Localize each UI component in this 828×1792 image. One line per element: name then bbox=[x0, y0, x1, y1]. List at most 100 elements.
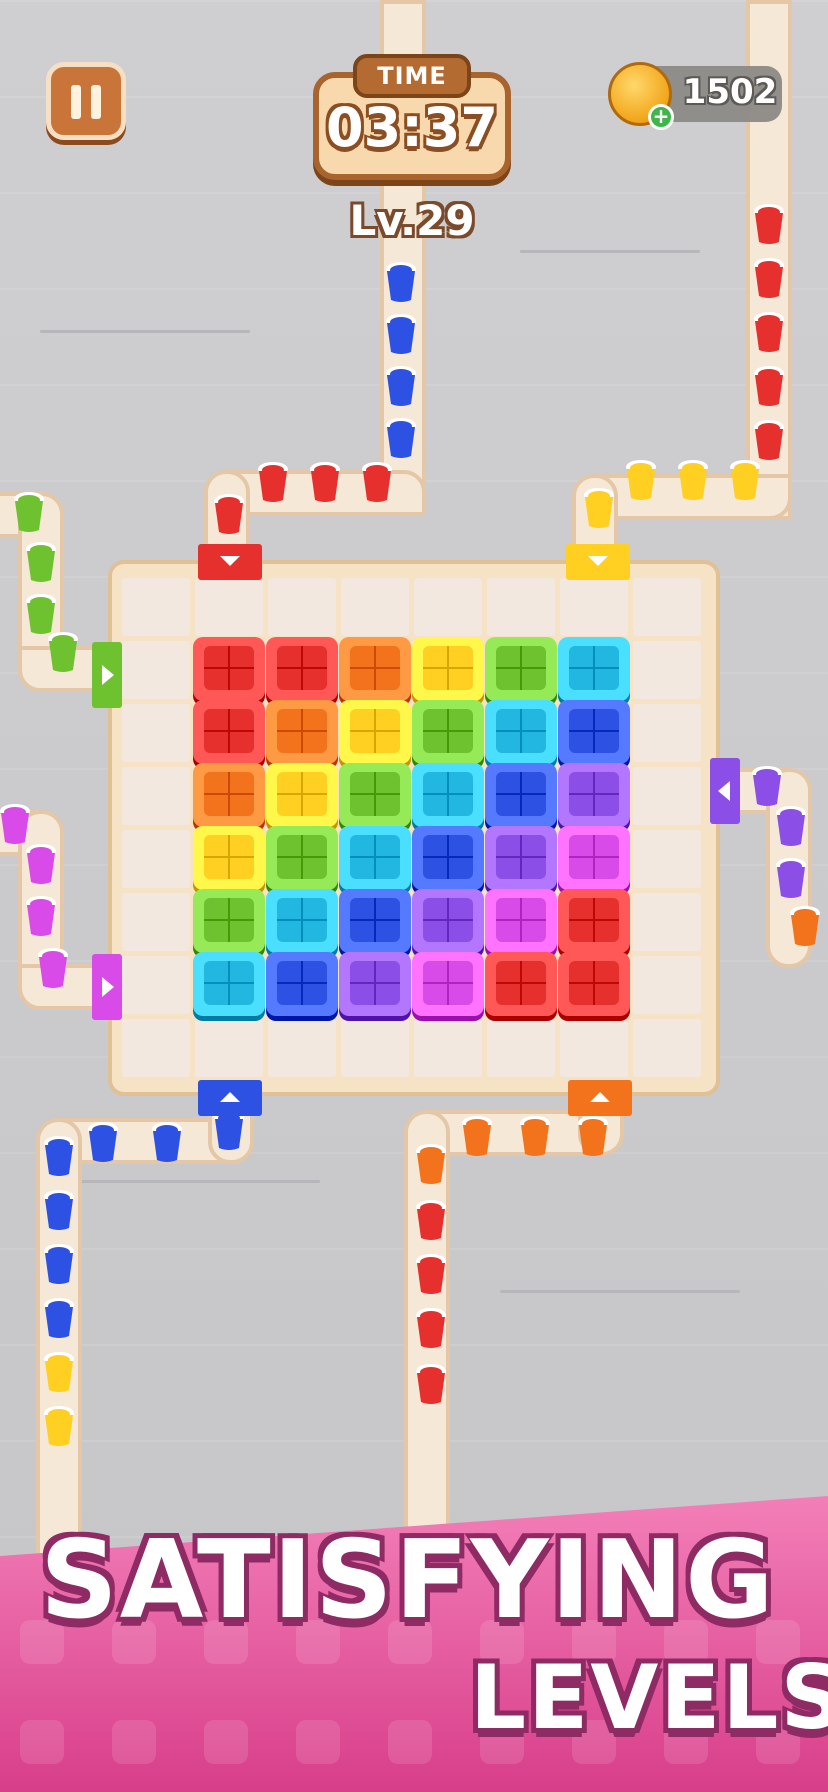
cup-purple[interactable] bbox=[776, 858, 806, 898]
board-cell bbox=[122, 578, 190, 636]
block-purple[interactable] bbox=[485, 826, 557, 890]
plus-icon: + bbox=[652, 104, 670, 128]
cup-purple[interactable] bbox=[776, 806, 806, 846]
block-orange[interactable] bbox=[339, 637, 411, 701]
cup-red[interactable] bbox=[754, 420, 784, 460]
block-cyan[interactable] bbox=[193, 952, 265, 1016]
block-purple[interactable] bbox=[339, 952, 411, 1016]
board-cell bbox=[122, 1019, 190, 1077]
block-orange[interactable] bbox=[266, 700, 338, 764]
cup-magenta[interactable] bbox=[0, 804, 30, 844]
cup-magenta[interactable] bbox=[38, 948, 68, 988]
board-cell bbox=[560, 578, 628, 636]
block-purple[interactable] bbox=[412, 889, 484, 953]
cup-blue[interactable] bbox=[386, 418, 416, 458]
block-blue[interactable] bbox=[339, 889, 411, 953]
cup-blue[interactable] bbox=[386, 314, 416, 354]
cup-blue[interactable] bbox=[44, 1244, 74, 1284]
cup-orange[interactable] bbox=[462, 1116, 492, 1156]
cup-magenta[interactable] bbox=[26, 896, 56, 936]
board-cell bbox=[341, 1019, 409, 1077]
cup-blue[interactable] bbox=[88, 1122, 118, 1162]
cup-red[interactable] bbox=[416, 1308, 446, 1348]
add-coins-button[interactable]: + bbox=[648, 104, 674, 130]
block-green[interactable] bbox=[485, 637, 557, 701]
gate-magenta-left bbox=[92, 954, 122, 1020]
block-green[interactable] bbox=[339, 763, 411, 827]
block-orange[interactable] bbox=[193, 763, 265, 827]
cup-green[interactable] bbox=[14, 492, 44, 532]
block-cyan[interactable] bbox=[339, 826, 411, 890]
board-cell bbox=[487, 578, 555, 636]
cup-yellow[interactable] bbox=[626, 460, 656, 500]
block-magenta[interactable] bbox=[412, 952, 484, 1016]
cup-red[interactable] bbox=[214, 494, 244, 534]
block-yellow[interactable] bbox=[339, 700, 411, 764]
cup-red[interactable] bbox=[258, 462, 288, 502]
cup-red[interactable] bbox=[416, 1254, 446, 1294]
block-blue[interactable] bbox=[558, 700, 630, 764]
block-red[interactable] bbox=[193, 637, 265, 701]
pause-button[interactable] bbox=[46, 62, 126, 140]
cup-red[interactable] bbox=[754, 204, 784, 244]
board-cell bbox=[633, 767, 701, 825]
block-cyan[interactable] bbox=[558, 637, 630, 701]
block-cyan[interactable] bbox=[485, 700, 557, 764]
cup-orange[interactable] bbox=[416, 1144, 446, 1184]
block-red[interactable] bbox=[266, 637, 338, 701]
block-blue[interactable] bbox=[485, 763, 557, 827]
block-magenta[interactable] bbox=[558, 826, 630, 890]
block-blue[interactable] bbox=[266, 952, 338, 1016]
block-red[interactable] bbox=[485, 952, 557, 1016]
cup-green[interactable] bbox=[26, 542, 56, 582]
block-purple[interactable] bbox=[558, 763, 630, 827]
plank-seam bbox=[520, 250, 700, 253]
cup-yellow[interactable] bbox=[44, 1352, 74, 1392]
board-cell bbox=[122, 830, 190, 888]
cup-red[interactable] bbox=[754, 258, 784, 298]
cup-orange[interactable] bbox=[790, 906, 820, 946]
cup-blue[interactable] bbox=[44, 1136, 74, 1176]
block-green[interactable] bbox=[412, 700, 484, 764]
cup-magenta[interactable] bbox=[26, 844, 56, 884]
cup-orange[interactable] bbox=[578, 1116, 608, 1156]
block-yellow[interactable] bbox=[412, 637, 484, 701]
cup-blue[interactable] bbox=[386, 262, 416, 302]
cup-blue[interactable] bbox=[44, 1298, 74, 1338]
block-yellow[interactable] bbox=[266, 763, 338, 827]
block-red[interactable] bbox=[558, 952, 630, 1016]
block-red[interactable] bbox=[558, 889, 630, 953]
gate-yellow-top bbox=[566, 544, 630, 580]
cup-yellow[interactable] bbox=[44, 1406, 74, 1446]
banner-headline: SATISFYING bbox=[40, 1518, 776, 1643]
cup-blue[interactable] bbox=[152, 1122, 182, 1162]
cup-orange[interactable] bbox=[520, 1116, 550, 1156]
block-green[interactable] bbox=[193, 889, 265, 953]
cup-red[interactable] bbox=[754, 312, 784, 352]
cup-purple[interactable] bbox=[752, 766, 782, 806]
cup-yellow[interactable] bbox=[730, 460, 760, 500]
cup-yellow[interactable] bbox=[678, 460, 708, 500]
cup-yellow[interactable] bbox=[584, 488, 614, 528]
plank-seam bbox=[60, 1180, 320, 1183]
cup-blue[interactable] bbox=[44, 1190, 74, 1230]
block-cyan[interactable] bbox=[266, 889, 338, 953]
cup-red[interactable] bbox=[416, 1200, 446, 1240]
block-yellow[interactable] bbox=[193, 826, 265, 890]
block-red[interactable] bbox=[193, 700, 265, 764]
block-cyan[interactable] bbox=[412, 763, 484, 827]
cup-red[interactable] bbox=[310, 462, 340, 502]
cup-green[interactable] bbox=[26, 594, 56, 634]
board-cell bbox=[633, 830, 701, 888]
cup-blue[interactable] bbox=[386, 366, 416, 406]
board-cell bbox=[122, 893, 190, 951]
cup-red[interactable] bbox=[362, 462, 392, 502]
cup-green[interactable] bbox=[48, 632, 78, 672]
cup-red[interactable] bbox=[416, 1364, 446, 1404]
block-green[interactable] bbox=[266, 826, 338, 890]
block-magenta[interactable] bbox=[485, 889, 557, 953]
banner-subheadline: LEVELS bbox=[470, 1646, 828, 1749]
cup-red[interactable] bbox=[754, 366, 784, 406]
gate-green-left bbox=[92, 642, 122, 708]
block-blue[interactable] bbox=[412, 826, 484, 890]
